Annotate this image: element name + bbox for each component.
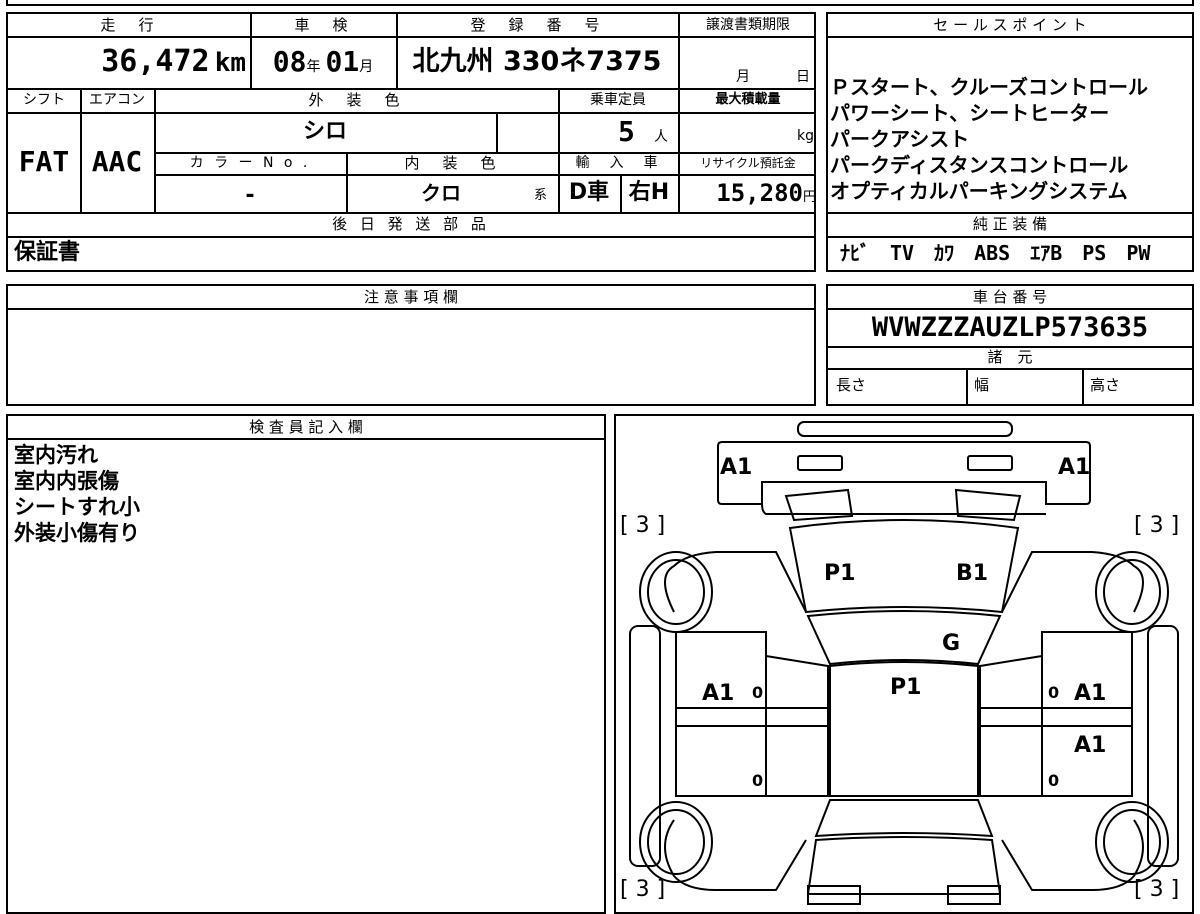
shift-value: FAT [18,145,70,178]
deadline-day: 日 [796,69,810,85]
recycle-label: リサイクル預託金 [700,156,796,170]
aircon-value: AAC [91,145,143,178]
aircon-label: エアコン [89,92,145,108]
color-no-label: カ ラ ー N o . [189,155,311,171]
inspector-note-item: 外装小傷有り [14,521,140,545]
zero-right-front: 0 [1048,683,1059,702]
chassis-no-value: WVWZZZAUZLP573635 [871,312,1149,343]
import-type-value: D車 [568,180,610,205]
exterior-color-label: 外 装 色 [308,91,404,109]
mark-windshield: G [942,631,960,656]
sales-points-list: Ｐスタート、クルーズコントロール パワーシート、シートヒーター パークアシスト … [830,74,1192,212]
genuine-equipment-value: ﾅﾋﾞ TV ｶﾜ ABS ｴｱB PS PW [840,241,1151,265]
car-diagram-box: A1 A1 P1 B1 G P1 A1 A1 A1 [ 3 ] [ 3 ] [ … [614,414,1194,914]
sales-point-item: Ｐスタート、クルーズコントロール [830,75,1148,99]
chassis-no-label: 車 台 番 号 [972,288,1048,306]
genuine-equipment-label: 純 正 装 備 [972,215,1048,233]
interior-color-label: 内 装 色 [404,154,500,172]
mark-hood-left: P1 [824,561,855,586]
sales-points-box: セ ー ル ス ポ イ ン ト Ｐスタート、クルーズコントロール パワーシート、… [826,12,1194,272]
import-label: 輸 入 車 [575,155,661,171]
interior-suffix: 系 [534,188,548,203]
notes-box: 注 意 事 項 欄 [6,284,816,406]
sales-point-item: パワーシート、シートヒーター [830,101,1110,125]
specs-label: 諸 元 [987,348,1033,366]
width-label: 幅 [974,376,990,394]
capacity-unit: 人 [654,129,668,145]
mark-front-left: A1 [720,455,752,480]
handle-value: 右H [628,180,670,205]
max-load-label: 最大積載量 [715,92,781,107]
mileage-value-cell: 36,472 km [8,36,250,88]
capacity-value-cell: 5 人 [558,112,678,152]
mileage-label: 走 行 [100,16,158,34]
mileage-value: 36,472 [101,44,210,79]
recycle-value: 15,280 [716,179,803,207]
inspector-note-item: 室内汚れ [14,443,98,467]
notes-label: 注 意 事 項 欄 [363,288,459,306]
sales-point-item: オプティカルパーキングシステム [830,179,1128,203]
mark-right-rear-door: A1 [1074,733,1106,758]
interior-color-value: クロ [421,181,461,205]
inspector-note-item: 室内内張傷 [14,469,119,493]
max-load-unit: kg [797,128,814,144]
mark-front-right: A1 [1058,455,1090,480]
top-strip [6,0,1194,6]
recycle-value-cell: 15,280円 [678,174,818,212]
registration-value: 北九州 330ネ7375 [412,46,662,77]
zero-left-front: 0 [752,683,763,702]
sales-points-label: セ ー ル ス ポ イ ン ト [933,16,1087,34]
later-parts-value: 保証書 [14,240,81,265]
registration-label: 登 録 番 号 [470,16,604,34]
mileage-unit: km [214,48,246,78]
color-no-value: - [243,183,257,208]
sales-point-item: パークアシスト [830,127,970,151]
bracket-top-left: [ 3 ] [620,513,665,538]
later-parts-label: 後 日 発 送 部 品 [332,215,490,233]
zero-left-rear: 0 [752,771,763,790]
shaken-year: 08 [272,45,307,78]
mark-left-front-door: A1 [702,681,734,706]
length-label: 長さ [836,376,867,394]
mark-hood-right: B1 [956,561,988,586]
capacity-label: 乗車定員 [590,92,646,108]
inspector-notes-list: 室内汚れ 室内内張傷 シートすれ小 外装小傷有り [14,442,594,642]
inspector-note-item: シートすれ小 [14,495,140,519]
exterior-color-value: シロ [302,119,347,144]
shaken-label: 車 検 [294,16,352,34]
inspector-box: 検 査 員 記 入 欄 室内汚れ 室内内張傷 シートすれ小 外装小傷有り [6,414,606,914]
bracket-bottom-right: [ 3 ] [1134,877,1179,902]
shaken-value-cell: 08年 01月 [250,36,396,88]
deadline-value-cell: 月 日 [678,36,818,88]
mark-roof: P1 [890,675,921,700]
zero-right-rear: 0 [1048,771,1059,790]
shaken-year-unit: 年 [306,59,321,75]
vehicle-info-table: 走 行 車 検 登 録 番 号 譲渡書類期限 36,472 km 08年 01月… [6,12,816,272]
car-condition-diagram: A1 A1 P1 B1 G P1 A1 A1 A1 [ 3 ] [ 3 ] [ … [620,421,1179,905]
sales-point-item: パークディスタンスコントロール [830,153,1129,177]
bracket-bottom-left: [ 3 ] [620,877,665,902]
mark-right-front-door: A1 [1074,681,1106,706]
recycle-unit: 円 [802,190,816,205]
bracket-top-right: [ 3 ] [1134,513,1179,538]
capacity-value: 5 [618,115,635,148]
inspector-label: 検 査 員 記 入 欄 [249,418,363,436]
shaken-month: 01 [325,45,360,78]
deadline-month: 月 [736,69,750,85]
height-label: 高さ [1090,376,1121,394]
chassis-box: 車 台 番 号 WVWZZZAUZLP573635 諸 元 長さ 幅 高さ [826,284,1194,406]
shift-label: シフト [23,92,65,108]
shaken-month-unit: 月 [359,59,374,75]
deadline-label: 譲渡書類期限 [706,17,790,33]
